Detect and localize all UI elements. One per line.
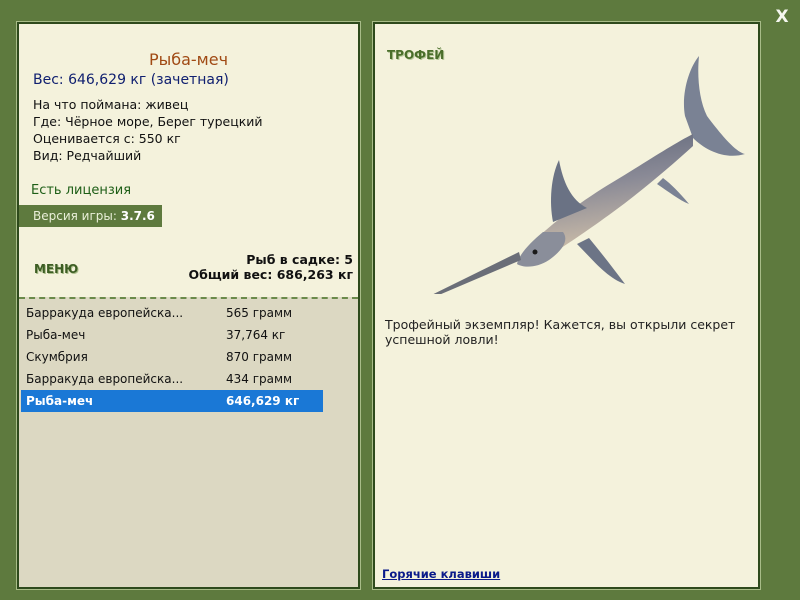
catch-fish-weight: 646,629 кг [226, 394, 300, 408]
catch-fish-weight: 434 грамм [226, 372, 293, 386]
fish-location: Где: Чёрное море, Берег турецкий [33, 114, 263, 129]
fish-rarity: Вид: Редчайший [33, 148, 142, 163]
fish-weight: Вес: 646,629 кг (зачетная) [33, 72, 229, 88]
keep-stats: Рыб в садке: 5 Общий вес: 686,263 кг [189, 252, 354, 282]
license-status: Есть лицензия [31, 183, 132, 198]
catch-list-row[interactable]: Рыба-меч 646,629 кг [21, 390, 323, 412]
fish-bait: На что поймана: живец [33, 97, 189, 112]
swordfish-pectoral-fin [577, 238, 625, 284]
catch-fish-weight: 870 грамм [226, 350, 293, 364]
keep-total-weight: Общий вес: 686,263 кг [188, 267, 354, 282]
fish-details-panel: Рыба-меч Вес: 646,629 кг (зачетная) На ч… [16, 21, 361, 590]
swordfish-tail [683, 56, 745, 156]
catch-fish-name: Барракуда европейска... [26, 306, 184, 320]
catch-list-row[interactable]: Рыба-меч 37,764 кг [21, 324, 323, 346]
swordfish-head [517, 232, 566, 267]
close-button[interactable]: X [770, 6, 794, 28]
catch-list: Барракуда европейска... 565 грамм Рыба-меч… [21, 302, 323, 412]
swordfish-anal-fin [657, 178, 689, 204]
version-value: 3.7.6 [120, 209, 155, 223]
trophy-panel: ТРОФЕЙ Трофейный экземпляр! Кажется, вы … [372, 21, 761, 590]
trophy-description: Трофейный экземпляр! Кажется, вы открыли… [385, 317, 736, 347]
version-label: Версия игры: [33, 209, 121, 223]
catch-fish-name: Рыба-меч [26, 394, 94, 408]
fish-name-title: Рыба-меч [148, 50, 229, 69]
catch-list-row[interactable]: Барракуда европейска... 565 грамм [21, 302, 323, 324]
fish-value: Оценивается с: 550 кг [33, 131, 181, 146]
catch-fish-name: Рыба-меч [26, 328, 86, 342]
keep-count: Рыб в садке: 5 [246, 252, 353, 267]
game-version: Версия игры: 3.7.6 [19, 205, 162, 227]
catch-list-row[interactable]: Скумбрия 870 грамм [21, 346, 323, 368]
catch-fish-weight: 37,764 кг [226, 328, 286, 342]
menu-button[interactable]: МЕНЮ [34, 262, 78, 276]
hotkeys-link[interactable]: Горячие клавиши [382, 567, 500, 581]
swordfish-icon [433, 56, 745, 294]
catch-fish-name: Барракуда европейска... [26, 372, 184, 386]
swordfish-eye [532, 249, 538, 255]
catch-list-row[interactable]: Барракуда европейска... 434 грамм [21, 368, 323, 390]
catch-fish-weight: 565 грамм [226, 306, 293, 320]
swordfish-bill [433, 252, 521, 294]
catch-fish-name: Скумбрия [26, 350, 88, 364]
